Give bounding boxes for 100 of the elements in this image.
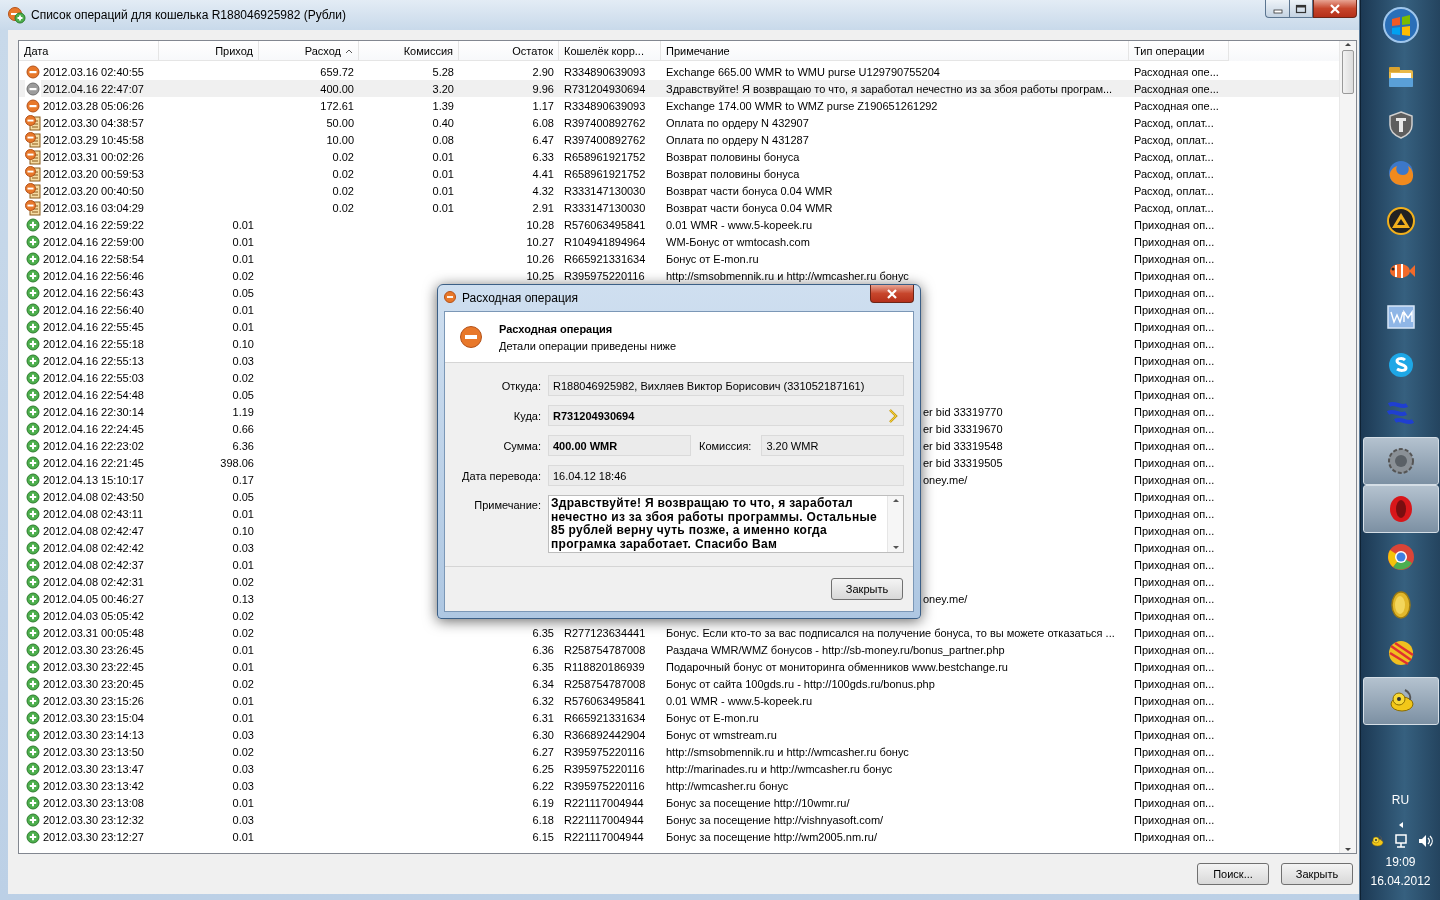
table-cell: 2012.04.13 15:10:17 bbox=[43, 473, 144, 486]
table-cell: 172.61 bbox=[320, 99, 354, 112]
table-row[interactable]: 2012.03.30 23:13:47 0.03 6.25 R395975220116 http://marinades.ru и http://wmcasher.ru бонус Приходная оп... bbox=[19, 760, 1339, 777]
table-row[interactable]: 2012.04.16 22:47:07 400.00 3.20 9.96 R731204930694 Здравствуйте! Я возвращаю то что, я заработал нечестно из за збоя работы програм... Расходная опе... bbox=[19, 80, 1339, 97]
table-row[interactable]: 2012.04.16 22:55:13 0.03 Приходная оп... bbox=[19, 352, 1339, 369]
search-button[interactable]: Поиск... bbox=[1197, 863, 1269, 885]
table-row[interactable]: 2012.03.30 23:22:45 0.01 6.35 R118820186939 Подарочный бонус от мониторинга обменников www.bestchange.ru Приходная оп... bbox=[19, 658, 1339, 675]
table-cell: 0.05 bbox=[232, 490, 254, 503]
table-row[interactable]: 2012.04.16 22:59:22 0.01 10.28 R576063495841 0.01 WMR - www.5-kopeek.ru Приходная оп... bbox=[19, 216, 1339, 233]
column-header[interactable]: Дата bbox=[19, 41, 159, 61]
table-cell: 6.35 bbox=[532, 660, 554, 673]
table-row[interactable]: 2012.03.30 23:20:45 0.02 6.34 R258754787008 Бонус от сайта 100gds.ru - http://100gds.ru/bonus.php Приходная оп... bbox=[19, 675, 1339, 692]
table-cell: Приходная оп... bbox=[1134, 286, 1215, 299]
table-cell: 0.01 bbox=[232, 796, 254, 809]
close-button[interactable] bbox=[870, 285, 914, 303]
table-row[interactable]: 2012.03.30 23:13:08 0.01 6.19 R221117004944 Бонус за посещение http://10wmr.ru/ Приходная оп... bbox=[19, 794, 1339, 811]
plus-circle-icon bbox=[26, 727, 40, 742]
table-row[interactable]: 2012.04.16 22:56:46 0.02 10.25 R395975220116 http://smsobmennik.ru и http://wmcasher.ru бонус Приходная оп... bbox=[19, 267, 1339, 284]
table-row[interactable]: 2012.03.30 23:15:04 0.01 6.31 R665921331634 Бонус от E-mon.ru Приходная оп... bbox=[19, 709, 1339, 726]
table-cell: 2012.04.05 00:46:27 bbox=[43, 592, 144, 605]
table-cell: R658961921752 bbox=[564, 167, 646, 180]
table-cell: Бонус за посещение http://vishnyasoft.com/ bbox=[666, 813, 884, 826]
text-field[interactable]: R188046925982, Вихляев Виктор Борисович (331052187161) bbox=[548, 375, 905, 396]
arrow-icon[interactable] bbox=[1397, 821, 1404, 829]
column-header[interactable]: Комиссия bbox=[359, 41, 459, 61]
table-cell: 2012.03.30 23:15:04 bbox=[43, 711, 144, 724]
table-row[interactable]: 2012.03.20 00:59:53 0.02 0.01 4.41 R658961921752 Возврат половины бонуса Расход, оплат... bbox=[19, 165, 1339, 182]
table-row[interactable]: 2012.03.30 23:14:13 0.03 6.30 R366892442904 Бонус от wmstream.ru Приходная оп... bbox=[19, 726, 1339, 743]
column-header[interactable]: Примечание bbox=[661, 41, 1129, 61]
text-field[interactable]: R731204930694 bbox=[548, 405, 905, 426]
table-row[interactable]: 2012.04.08 02:42:37 0.01 Приходная оп... bbox=[19, 556, 1339, 573]
text-field[interactable]: 3.20 WMR bbox=[761, 435, 905, 456]
table-cell: 0.02 bbox=[232, 575, 254, 588]
table-row[interactable]: 2012.03.30 04:38:57 50.00 0.40 6.08 R397400892762 Оплата по ордеру N 432907 Расход, оплат... bbox=[19, 114, 1339, 131]
minus-circle-icon bbox=[26, 98, 40, 113]
minimize-button[interactable] bbox=[1265, 0, 1289, 18]
table-row[interactable]: 2012.03.31 00:05:48 0.02 6.35 R277123634441 Бонус. Если кто-то за вас подписался на получение бонуса, то вы можете отказаться ... Приходная оп... bbox=[19, 624, 1339, 641]
column-header[interactable]: Тип операции bbox=[1129, 41, 1229, 61]
table-cell: 2012.04.16 22:59:00 bbox=[43, 235, 144, 248]
text-area[interactable]: Здравствуйте! Я возвращаю то что, я заработал нечестно из за збоя работы программы. Остальные 85 рублей верну чуть позже, а именно когда програмка заработает. Спасибо Вам bbox=[548, 495, 905, 553]
table-cell: Расход, оплат... bbox=[1134, 133, 1214, 146]
table-row[interactable]: 2012.03.29 10:45:58 10.00 0.08 6.47 R397400892762 Оплата по ордеру N 431287 Расход, оплат... bbox=[19, 131, 1339, 148]
clock-date[interactable]: 16.04.2012 bbox=[1370, 874, 1431, 888]
table-row[interactable]: 2012.04.03 05:05:42 0.02 Приходная оп... bbox=[19, 607, 1339, 624]
clock-time[interactable]: 19:09 bbox=[1385, 855, 1416, 869]
table-cell: Бонус от сайта 100gds.ru - http://100gds.ru/bonus.php bbox=[666, 677, 935, 690]
taskbar-button[interactable] bbox=[1362, 485, 1439, 533]
table-row[interactable]: 2012.03.30 23:13:42 0.03 6.22 R395975220116 http://wmcasher.ru бонус Приходная оп... bbox=[19, 777, 1339, 794]
column-header[interactable]: Кошелёк корр... bbox=[559, 41, 661, 61]
table-row[interactable]: 2012.03.30 23:26:45 0.01 6.36 R258754787008 Раздача WMR/WMZ бонусов - http://sb-money.ru/bonus_partner.php Приходная оп... bbox=[19, 641, 1339, 658]
table-row[interactable]: 2012.03.16 03:04:29 0.02 0.01 2.91 R333147130030 Возврат части бонуса 0.04 WMR Расход, оплат... bbox=[19, 199, 1339, 216]
table-cell: Приходная оп... bbox=[1134, 813, 1215, 826]
maximize-icon bbox=[1295, 3, 1307, 14]
table-cell: 0.01 bbox=[232, 694, 254, 707]
text-field[interactable]: 16.04.12 18:46 bbox=[548, 465, 905, 486]
table-row[interactable]: 2012.04.16 22:59:00 0.01 10.27 R104941894964 WM-Бонус от wmtocash.com Приходная оп... bbox=[19, 233, 1339, 250]
table-cell: 2012.04.16 22:59:22 bbox=[43, 218, 144, 231]
table-row[interactable]: 2012.04.16 22:58:54 0.01 10.26 R665921331634 Бонус от E-mon.ru Приходная оп... bbox=[19, 250, 1339, 267]
network-icon[interactable] bbox=[1392, 833, 1409, 849]
table-row[interactable]: 2012.03.30 23:12:32 0.03 6.18 R221117004944 Бонус за посещение http://vishnyasoft.com/ Приходная оп... bbox=[19, 811, 1339, 828]
close-button[interactable]: Закрыть bbox=[831, 578, 903, 600]
close-button[interactable] bbox=[1313, 0, 1357, 18]
table-row[interactable]: 2012.03.31 00:02:26 0.02 0.01 6.33 R658961921752 Возврат половины бонуса Расход, оплат... bbox=[19, 148, 1339, 165]
start-button[interactable] bbox=[1381, 6, 1420, 44]
column-header[interactable]: Приход bbox=[159, 41, 259, 61]
table-row[interactable]: 2012.03.20 00:40:50 0.02 0.01 4.32 R333147130030 Возврат части бонуса 0.04 WMR Расход, оплат... bbox=[19, 182, 1339, 199]
table-row[interactable]: 2012.03.30 23:15:26 0.01 6.32 R576063495841 0.01 WMR - www.5-kopeek.ru Приходная оп... bbox=[19, 692, 1339, 709]
table-cell: 0.17 bbox=[232, 473, 254, 486]
plus-circle-icon bbox=[26, 421, 40, 436]
table-cell: 0.01 bbox=[432, 184, 454, 197]
table-cell: 2012.04.08 02:42:47 bbox=[43, 524, 144, 537]
text-field[interactable]: 400.00 WMR bbox=[548, 435, 691, 456]
column-header[interactable]: Остаток bbox=[459, 41, 559, 61]
table-cell: R334890639093 bbox=[564, 65, 646, 78]
table-cell: 2.90 bbox=[532, 65, 554, 78]
table-cell: 2012.03.30 23:14:13 bbox=[43, 728, 144, 741]
table-row[interactable]: 2012.03.30 23:12:27 0.01 6.15 R221117004944 Бонус за посещение http://wm2005.nm.ru/ Приходная оп... bbox=[19, 828, 1339, 845]
scroll-thumb[interactable] bbox=[1342, 50, 1354, 94]
table-cell: 2012.04.16 22:30:14 bbox=[43, 405, 144, 418]
taskbar-button[interactable] bbox=[1362, 437, 1439, 485]
close-button[interactable]: Закрыть bbox=[1281, 863, 1353, 885]
bird-icon[interactable] bbox=[1368, 833, 1385, 849]
table-cell: R731204930694 bbox=[564, 82, 646, 95]
table-cell: 0.03 bbox=[232, 813, 254, 826]
table-cell: 0.03 bbox=[232, 354, 254, 367]
scrollbar[interactable] bbox=[887, 496, 904, 552]
language-indicator[interactable]: RU bbox=[1391, 793, 1410, 807]
table-row[interactable]: 2012.03.28 05:06:26 172.61 1.39 1.17 R334890639093 Exchange 174.00 WMR to WMZ purse Z190651261292 Расходная опе... bbox=[19, 97, 1339, 114]
table-row[interactable]: 2012.03.16 02:40:55 659.72 5.28 2.90 R334890639093 Exchange 665.00 WMR to WMU purse U129790755204 Расходная опе... bbox=[19, 63, 1339, 80]
dialog-title: Расходная операция bbox=[462, 291, 578, 305]
speaker-icon[interactable] bbox=[1416, 833, 1433, 849]
table-cell: 400.00 bbox=[320, 82, 354, 95]
maximize-button[interactable] bbox=[1289, 0, 1313, 18]
scrollbar[interactable] bbox=[1339, 41, 1356, 853]
document-minus-icon bbox=[25, 165, 41, 182]
column-header[interactable]: Расход bbox=[259, 41, 359, 61]
table-cell: 2012.04.16 22:56:40 bbox=[43, 303, 144, 316]
table-row[interactable]: 2012.03.30 23:13:50 0.02 6.27 R395975220116 http://smsobmennik.ru и http://wmcasher.ru бонус Приходная оп... bbox=[19, 743, 1339, 760]
sort-caret-icon bbox=[345, 47, 353, 54]
taskbar-button[interactable] bbox=[1362, 677, 1439, 725]
